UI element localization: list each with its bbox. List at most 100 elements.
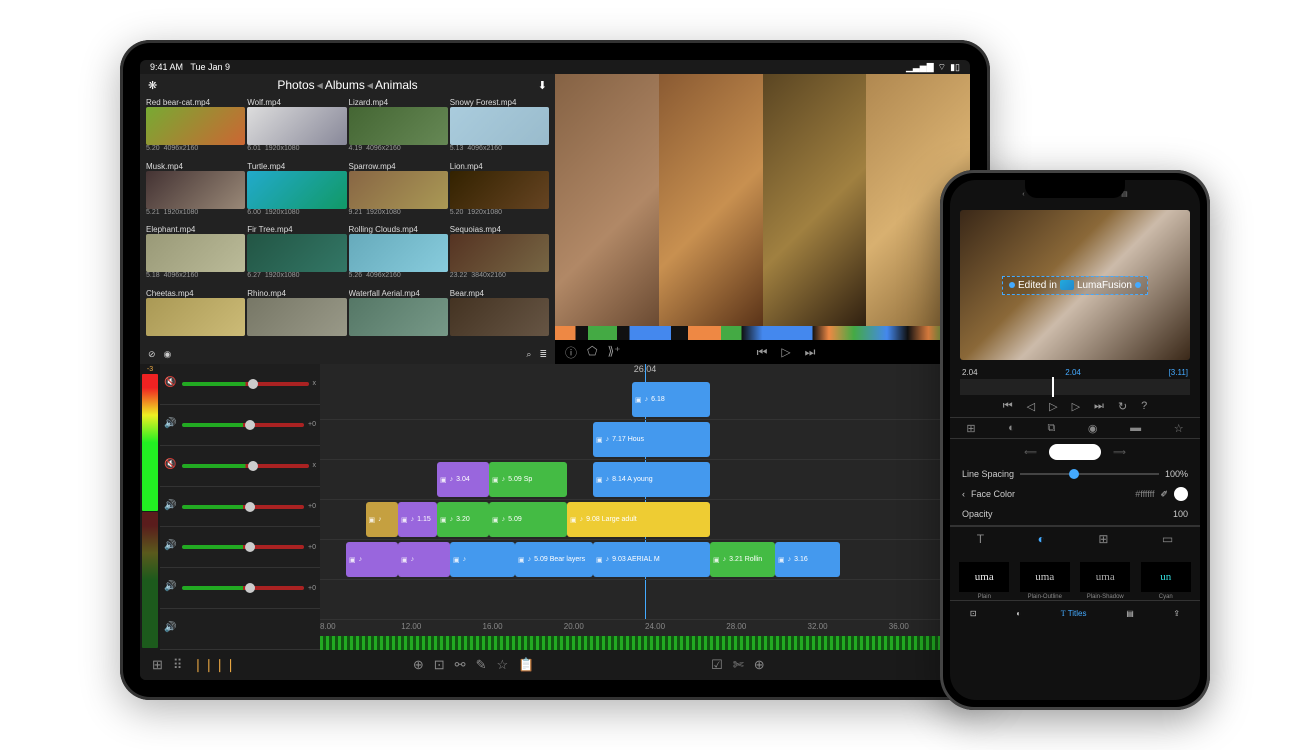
- library-clip[interactable]: Lizard.mp44.194096x2160: [349, 98, 448, 160]
- library-clip[interactable]: Rhino.mp4: [247, 289, 346, 344]
- track-volume-slider[interactable]: [182, 423, 304, 427]
- timeline-clip[interactable]: ▣♪9.03 AERIAL M: [593, 542, 710, 577]
- timeline-clip[interactable]: ▣♪5.09 Bear layers: [515, 542, 593, 577]
- sort-icon[interactable]: ≣: [539, 349, 547, 360]
- speaker-icon[interactable]: 🔊: [164, 540, 178, 554]
- step-fwd-icon[interactable]: ▷: [1072, 400, 1080, 413]
- track-row[interactable]: ▣♪▣♪1.15▣♪3.20▣♪5.09▣♪9.08 Large adult: [320, 500, 970, 540]
- track-volume-slider[interactable]: [182, 464, 309, 468]
- prev-button[interactable]: ⏮: [757, 345, 768, 360]
- star-icon[interactable]: ☆: [1174, 422, 1184, 435]
- favorite-icon[interactable]: ☆: [496, 657, 508, 673]
- nav-share-icon[interactable]: ⇪: [1173, 609, 1180, 618]
- track-header[interactable]: 🔊+0: [160, 568, 320, 609]
- crumb-albums[interactable]: Albums: [325, 78, 365, 92]
- align-left-icon[interactable]: ⟸: [1024, 447, 1037, 458]
- add-media-icon[interactable]: ⊞: [152, 657, 163, 673]
- timeline-clip[interactable]: ▣♪6.18: [632, 382, 710, 417]
- track-rows[interactable]: ▣♪6.18▣♪7.17 Hous▣♪3.04▣♪5.09 Sp▣♪8.14 A…: [320, 380, 970, 620]
- timeline-clip[interactable]: ▣♪3.21 Rollin: [710, 542, 775, 577]
- play-button[interactable]: ▷: [781, 345, 790, 359]
- overwrite-icon[interactable]: ⊡: [434, 657, 445, 673]
- clip-thumbnail[interactable]: [146, 171, 245, 209]
- marker-icon[interactable]: ⬠: [587, 344, 597, 361]
- phone-preview[interactable]: Edited in LumaFusion: [960, 210, 1190, 360]
- title-overlay[interactable]: Edited in LumaFusion: [1002, 276, 1148, 295]
- clip-thumbnail[interactable]: [349, 234, 448, 272]
- library-clip[interactable]: Rolling Clouds.mp45.264096x2160: [349, 225, 448, 287]
- clip-thumbnail[interactable]: [450, 298, 549, 336]
- library-clip[interactable]: Turtle.mp46.001920x1080: [247, 162, 346, 224]
- add-icon[interactable]: ⊕: [754, 657, 765, 673]
- step-back-icon[interactable]: ◁: [1027, 400, 1035, 413]
- tab-font-icon[interactable]: T: [977, 532, 984, 546]
- master-audio-track[interactable]: [320, 636, 970, 650]
- phone-scrubber[interactable]: [960, 379, 1190, 395]
- record-icon[interactable]: ◉: [164, 349, 172, 360]
- timeline-clip[interactable]: ▣♪3.04: [437, 462, 489, 497]
- clip-thumbnail[interactable]: [247, 234, 346, 272]
- library-clip[interactable]: Waterfall Aerial.mp4: [349, 289, 448, 344]
- track-view-icon[interactable]: ❘❘❘❘: [192, 657, 236, 673]
- library-clip[interactable]: Musk.mp45.211920x1080: [146, 162, 245, 224]
- edit-icon[interactable]: ✎: [476, 657, 487, 673]
- mask-icon[interactable]: ◐: [1008, 422, 1015, 434]
- clipboard-icon[interactable]: 📋: [518, 657, 534, 673]
- library-clip[interactable]: Sparrow.mp49.211920x1080: [349, 162, 448, 224]
- timeline-clip[interactable]: ▣♪: [450, 542, 515, 577]
- clip-thumbnail[interactable]: [349, 298, 448, 336]
- fill-icon[interactable]: ▬: [1130, 422, 1141, 434]
- library-clip[interactable]: Cheetas.mp4: [146, 289, 245, 344]
- ruler-tick[interactable]: 32.00: [808, 622, 889, 636]
- track-header[interactable]: 🔊+0: [160, 405, 320, 446]
- library-clip[interactable]: Elephant.mp45.184096x2160: [146, 225, 245, 287]
- ruler-tick[interactable]: 12.00: [401, 622, 482, 636]
- insert-icon[interactable]: ⊕: [413, 657, 424, 673]
- clip-thumbnail[interactable]: [349, 107, 448, 145]
- crumb-photos[interactable]: Photos: [277, 78, 314, 92]
- tab-grid-icon[interactable]: ⊞: [1098, 532, 1108, 546]
- back-icon[interactable]: ‹: [1022, 191, 1024, 198]
- breadcrumb[interactable]: Photos ◀ Albums ◀ Animals: [277, 78, 417, 92]
- clip-thumbnail[interactable]: [146, 107, 245, 145]
- tab-edge-icon[interactable]: ▭: [1162, 532, 1173, 546]
- nav-source-icon[interactable]: ⊡: [970, 609, 977, 618]
- timeline-clip[interactable]: ▣♪3.16: [775, 542, 840, 577]
- track-volume-slider[interactable]: [182, 586, 304, 590]
- next-clip-icon[interactable]: ⏭: [1094, 400, 1104, 413]
- title-preset[interactable]: umaPlain: [959, 562, 1009, 600]
- track-row[interactable]: [320, 580, 970, 620]
- project-icon[interactable]: ⠿: [173, 657, 183, 673]
- nav-fx-icon[interactable]: ◐: [1016, 609, 1021, 618]
- title-preset[interactable]: unCyan: [1141, 562, 1191, 600]
- speaker-icon[interactable]: 🔊: [164, 581, 178, 595]
- library-clip[interactable]: Red bear-cat.mp45.204096x2160: [146, 98, 245, 160]
- speaker-icon[interactable]: 🔊: [164, 622, 178, 636]
- crop-icon[interactable]: ⧉: [1047, 422, 1055, 435]
- link-icon[interactable]: ⚯: [455, 657, 466, 673]
- clip-thumbnail[interactable]: [247, 171, 346, 209]
- tab-color-icon[interactable]: ◐: [1038, 532, 1045, 546]
- source-icon[interactable]: ❋: [148, 79, 157, 92]
- prev-clip-icon[interactable]: ⏮: [1003, 400, 1013, 413]
- clip-thumbnail[interactable]: [247, 107, 346, 145]
- loop-icon[interactable]: ↻: [1118, 400, 1127, 413]
- mute-icon[interactable]: 🔇: [164, 459, 178, 473]
- library-clip[interactable]: Snowy Forest.mp45.134096x2160: [450, 98, 549, 160]
- timeline-clip[interactable]: ▣♪5.09: [489, 502, 567, 537]
- timeline-clip[interactable]: ▣♪9.08 Large adult: [567, 502, 710, 537]
- timeline-clip[interactable]: ▣♪: [398, 542, 450, 577]
- clip-thumbnail[interactable]: [450, 171, 549, 209]
- ruler-tick[interactable]: 28.00: [726, 622, 807, 636]
- track-row[interactable]: ▣♪7.17 Hous: [320, 420, 970, 460]
- library-clip[interactable]: Wolf.mp46.011920x1080: [247, 98, 346, 160]
- timeline-clip[interactable]: ▣♪8.14 A young: [593, 462, 710, 497]
- import-icon[interactable]: ⬇︎: [538, 79, 547, 92]
- next-button[interactable]: ⏭: [805, 345, 816, 360]
- timeline-clip[interactable]: ▣♪: [346, 542, 398, 577]
- info-icon[interactable]: ⓘ: [565, 344, 577, 361]
- clip-thumbnail[interactable]: [349, 171, 448, 209]
- audio-scrub-icon[interactable]: ⟫⁺: [607, 344, 620, 361]
- align-center-button[interactable]: [1049, 444, 1101, 460]
- preview-canvas[interactable]: [555, 74, 970, 326]
